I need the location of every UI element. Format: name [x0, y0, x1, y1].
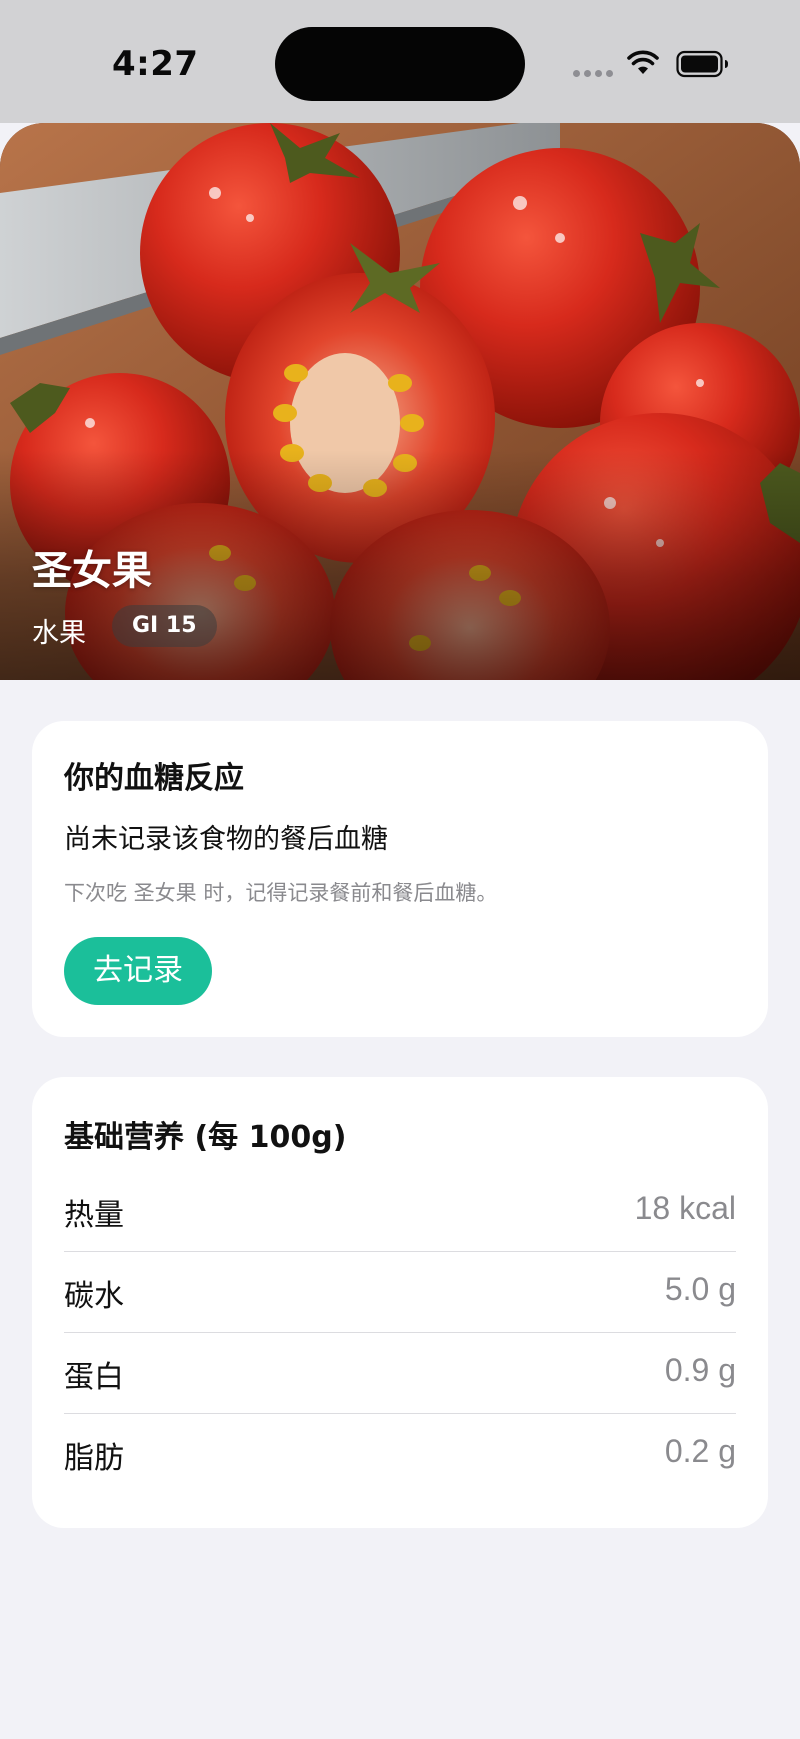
nutrition-value: 18 kcal [634, 1190, 736, 1226]
glucose-hint-text: 下次吃 圣女果 时，记得记录餐前和餐后血糖。 [64, 881, 498, 905]
nutrition-label: 热量 [64, 1198, 124, 1233]
glucose-response-card: 你的血糖反应 尚未记录该食物的餐后血糖 下次吃 圣女果 时，记得记录餐前和餐后血… [32, 721, 768, 1037]
nutrition-row-calories: 热量 18 kcal [64, 1171, 736, 1252]
status-time: 4:27 [112, 44, 199, 84]
nutrition-label: 脂肪 [64, 1441, 124, 1476]
food-hero: 圣女果 水果 GI 15 [0, 123, 800, 680]
food-name: 圣女果 [32, 548, 152, 594]
nutrition-label: 碳水 [64, 1279, 124, 1314]
glucose-empty-message: 尚未记录该食物的餐后血糖 [64, 824, 388, 855]
go-record-button[interactable]: 去记录 [64, 937, 212, 1005]
cellular-signal-icon [573, 70, 613, 77]
nutrition-row-carbs: 碳水 5.0 g [64, 1252, 736, 1333]
nutrition-row-protein: 蛋白 0.9 g [64, 1333, 736, 1414]
nutrition-value: 0.9 g [664, 1352, 736, 1388]
battery-full-icon [676, 50, 728, 78]
nutrition-card-title: 基础营养 (每 100g) [64, 1120, 347, 1155]
nutrition-row-fat: 脂肪 0.2 g [64, 1414, 736, 1495]
food-category: 水果 [32, 618, 86, 649]
nutrition-value: 5.0 g [664, 1271, 736, 1307]
nutrition-label: 蛋白 [64, 1360, 124, 1395]
status-bar: 4:27 [0, 0, 800, 123]
dynamic-island [275, 27, 525, 101]
wifi-icon [627, 50, 659, 74]
glucose-card-title: 你的血糖反应 [64, 761, 244, 796]
nutrition-value: 0.2 g [664, 1433, 736, 1469]
gi-badge: GI 15 [112, 605, 217, 647]
nutrition-card: 基础营养 (每 100g) 热量 18 kcal 碳水 5.0 g 蛋白 0.9… [32, 1077, 768, 1528]
